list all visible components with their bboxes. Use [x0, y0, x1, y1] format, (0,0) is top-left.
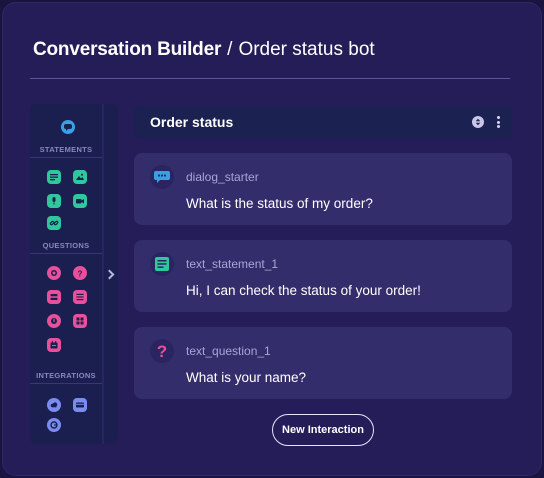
title-separator: /	[227, 39, 233, 60]
button-question-icon[interactable]	[47, 290, 61, 304]
group-title: Order status	[150, 114, 234, 130]
svg-text:?: ?	[78, 270, 83, 279]
interaction-card[interactable]: dialog_starter What is the status of my …	[134, 153, 512, 225]
link-statement-icon[interactable]	[47, 216, 61, 230]
sort-icon[interactable]	[472, 116, 484, 128]
question-mark-icon: ?	[150, 339, 174, 363]
interaction-group-header: Order status	[134, 106, 512, 138]
interaction-text: What is your name?	[186, 370, 307, 385]
section-divider	[30, 253, 102, 254]
bot-name: Order status bot	[238, 39, 375, 60]
interaction-text: Hi, I can check the status of your order…	[186, 283, 421, 298]
text-lines-icon	[150, 252, 174, 276]
grid-question-icon[interactable]	[73, 314, 87, 328]
google-integration-icon[interactable]	[47, 418, 61, 432]
video-statement-icon[interactable]	[73, 194, 87, 208]
section-label-integrations: INTEGRATIONS	[36, 371, 96, 380]
kebab-menu-icon[interactable]	[492, 115, 504, 129]
toolbox-sidebar: STATEMENTS QUESTIONS ? INTEGRATIONS	[30, 104, 118, 444]
chat-bubble-icon[interactable]	[61, 120, 75, 134]
card-integration-icon[interactable]	[73, 398, 87, 412]
header-divider	[30, 78, 510, 79]
chat-bubble-icon	[150, 165, 174, 189]
interaction-id: text_statement_1	[186, 257, 279, 271]
interaction-text: What is the status of my order?	[186, 196, 373, 211]
section-label-statements: STATEMENTS	[39, 145, 93, 154]
cloud-integration-icon[interactable]	[47, 398, 61, 412]
toolbox-collapse-toggle[interactable]	[102, 104, 118, 444]
interaction-id: text_question_1	[186, 344, 271, 358]
app-title: Conversation Builder	[33, 39, 222, 60]
list-question-icon[interactable]	[73, 290, 87, 304]
chevron-right-icon	[104, 269, 115, 279]
image-statement-icon[interactable]	[73, 170, 87, 184]
section-divider	[30, 157, 102, 158]
text-statement-icon[interactable]	[47, 170, 61, 184]
multiple-choice-icon[interactable]	[47, 266, 61, 280]
toolbox-palette: STATEMENTS QUESTIONS ? INTEGRATIONS	[30, 104, 102, 444]
section-divider	[30, 383, 102, 384]
svg-text:?: ?	[157, 342, 167, 360]
quick-reply-icon[interactable]	[47, 314, 61, 328]
page-title: Conversation Builder / Order status bot	[33, 39, 375, 61]
interaction-id: dialog_starter	[186, 170, 259, 184]
new-interaction-button[interactable]: New Interaction	[272, 414, 374, 446]
interaction-card[interactable]: text_statement_1 Hi, I can check the sta…	[134, 240, 512, 312]
section-label-questions: QUESTIONS	[42, 241, 90, 250]
audio-statement-icon[interactable]	[47, 194, 61, 208]
calendar-question-icon[interactable]	[47, 338, 61, 352]
interaction-card[interactable]: ? text_question_1 What is your name?	[134, 327, 512, 399]
text-question-icon[interactable]: ?	[73, 266, 87, 280]
